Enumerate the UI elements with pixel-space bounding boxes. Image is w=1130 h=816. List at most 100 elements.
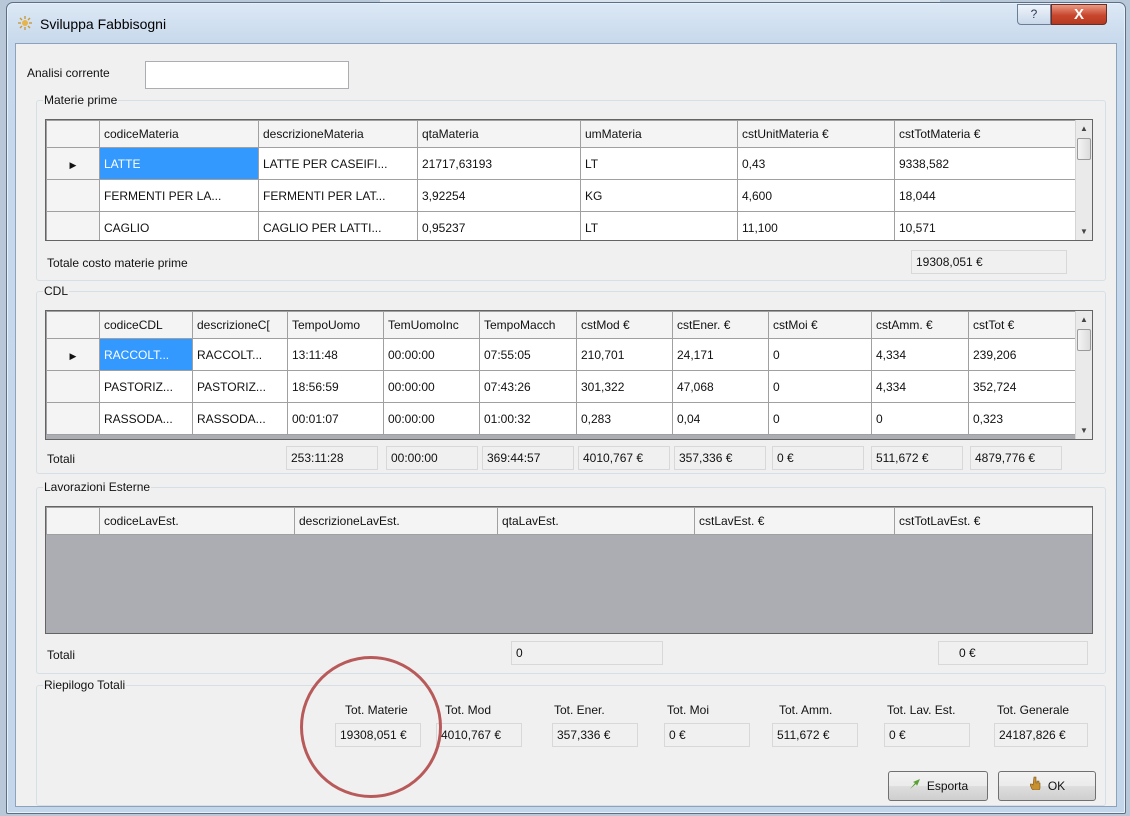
table-cell[interactable]: 352,724 — [968, 370, 1076, 403]
column-header[interactable]: cstAmm. € — [871, 311, 969, 339]
column-header[interactable]: descrizioneMateria — [258, 120, 418, 148]
help-button[interactable]: ? — [1017, 4, 1051, 25]
table-cell[interactable]: 210,701 — [576, 338, 673, 371]
table-cell[interactable]: LT — [580, 211, 738, 240]
scroll-up-icon[interactable]: ▲ — [1076, 311, 1092, 328]
table-cell[interactable]: 0,283 — [576, 402, 673, 435]
table-cell[interactable]: 0,04 — [672, 402, 769, 435]
column-header[interactable]: umMateria — [580, 120, 738, 148]
dialog-body: Analisi corrente Materie prime codiceMat… — [15, 43, 1117, 807]
table-cell[interactable]: KG — [580, 179, 738, 212]
table-cell[interactable]: 21717,63193 — [417, 147, 581, 180]
table-cell[interactable]: 0 — [871, 402, 969, 435]
table-cell[interactable]: RACCOLT... — [99, 338, 193, 371]
table-cell[interactable]: 4,600 — [737, 179, 895, 212]
row-header[interactable] — [46, 370, 100, 403]
table-cell[interactable]: 00:00:00 — [383, 402, 480, 435]
table-cell[interactable]: 00:01:07 — [287, 402, 384, 435]
table-cell[interactable]: 07:43:26 — [479, 370, 577, 403]
materie-scrollbar[interactable]: ▲ ▼ — [1075, 120, 1092, 240]
cdl-grid[interactable]: codiceCDL descrizioneC[ TempoUomo TemUom… — [45, 310, 1093, 440]
column-header[interactable]: codiceMateria — [99, 120, 259, 148]
table-cell[interactable]: RASSODA... — [99, 402, 193, 435]
table-cell[interactable]: 18:56:59 — [287, 370, 384, 403]
table-cell[interactable]: PASTORIZ... — [99, 370, 193, 403]
table-row[interactable]: PASTORIZ... PASTORIZ... 18:56:59 00:00:0… — [46, 370, 1076, 403]
column-header[interactable]: TempoUomo — [287, 311, 384, 339]
column-header[interactable]: TempoMacch — [479, 311, 577, 339]
scroll-down-icon[interactable]: ▼ — [1076, 223, 1092, 240]
table-cell[interactable]: LATTE — [99, 147, 259, 180]
close-button[interactable]: X — [1051, 4, 1107, 25]
table-cell[interactable]: 18,044 — [894, 179, 1076, 212]
table-row[interactable]: ▶ LATTE LATTE PER CASEIFI... 21717,63193… — [46, 147, 1076, 180]
scroll-thumb[interactable] — [1077, 138, 1091, 160]
table-cell[interactable]: 0,323 — [968, 402, 1076, 435]
table-cell[interactable]: 00:00:00 — [383, 338, 480, 371]
ok-button[interactable]: OK — [998, 771, 1096, 801]
column-header[interactable]: cstUnitMateria € — [737, 120, 895, 148]
table-cell[interactable]: LATTE PER CASEIFI... — [258, 147, 418, 180]
column-header[interactable]: qtaMateria — [417, 120, 581, 148]
table-cell[interactable]: 4,334 — [871, 338, 969, 371]
column-header[interactable]: cstMoi € — [768, 311, 872, 339]
scroll-down-icon[interactable]: ▼ — [1076, 422, 1092, 439]
column-header[interactable]: qtaLavEst. — [497, 507, 695, 535]
table-row[interactable]: ▶ RACCOLT... RACCOLT... 13:11:48 00:00:0… — [46, 338, 1076, 371]
table-cell[interactable]: FERMENTI PER LAT... — [258, 179, 418, 212]
table-cell[interactable]: 4,334 — [871, 370, 969, 403]
table-row[interactable]: CAGLIO CAGLIO PER LATTI... 0,95237 LT 11… — [46, 211, 1076, 240]
column-header[interactable]: descrizioneLavEst. — [294, 507, 498, 535]
table-cell[interactable]: 10,571 — [894, 211, 1076, 240]
column-header[interactable]: codiceLavEst. — [99, 507, 295, 535]
table-cell[interactable]: 0 — [768, 402, 872, 435]
table-cell[interactable]: 301,322 — [576, 370, 673, 403]
table-cell[interactable]: 3,92254 — [417, 179, 581, 212]
table-cell[interactable]: 0,95237 — [417, 211, 581, 240]
lavorazioni-grid[interactable]: codiceLavEst. descrizioneLavEst. qtaLavE… — [45, 506, 1093, 634]
tot-generale-value: 24187,826 € — [994, 723, 1088, 747]
column-header[interactable]: cstLavEst. € — [694, 507, 895, 535]
table-cell[interactable]: 13:11:48 — [287, 338, 384, 371]
table-cell[interactable]: 9338,582 — [894, 147, 1076, 180]
table-cell[interactable]: 11,100 — [737, 211, 895, 240]
table-cell[interactable]: 0,43 — [737, 147, 895, 180]
table-cell[interactable]: LT — [580, 147, 738, 180]
table-cell[interactable]: RASSODA... — [192, 402, 288, 435]
materie-grid[interactable]: codiceMateria descrizioneMateria qtaMate… — [45, 119, 1093, 241]
row-header[interactable] — [46, 179, 100, 212]
table-cell[interactable]: 07:55:05 — [479, 338, 577, 371]
table-cell[interactable]: 01:00:32 — [479, 402, 577, 435]
table-cell[interactable]: PASTORIZ... — [192, 370, 288, 403]
table-cell[interactable]: FERMENTI PER LA... — [99, 179, 259, 212]
table-cell[interactable]: 0 — [768, 370, 872, 403]
row-header[interactable] — [46, 211, 100, 240]
table-row[interactable]: RASSODA... RASSODA... 00:01:07 00:00:00 … — [46, 402, 1076, 435]
table-cell[interactable]: CAGLIO PER LATTI... — [258, 211, 418, 240]
table-cell[interactable]: 00:00:00 — [383, 370, 480, 403]
column-header[interactable]: TemUomoInc — [383, 311, 480, 339]
table-cell[interactable]: 239,206 — [968, 338, 1076, 371]
table-cell[interactable]: 47,068 — [672, 370, 769, 403]
column-header[interactable]: cstTotMateria € — [894, 120, 1076, 148]
cdl-total-tempo-uomo-inc: 00:00:00 — [386, 446, 478, 470]
column-header[interactable]: descrizioneC[ — [192, 311, 288, 339]
analisi-corrente-input[interactable] — [145, 61, 349, 89]
column-header[interactable]: cstTotLavEst. € — [894, 507, 1092, 535]
table-cell[interactable]: RACCOLT... — [192, 338, 288, 371]
column-header[interactable]: cstTot € — [968, 311, 1076, 339]
row-header[interactable] — [46, 402, 100, 435]
column-header[interactable]: cstMod € — [576, 311, 673, 339]
column-header[interactable]: cstEner. € — [672, 311, 769, 339]
scroll-up-icon[interactable]: ▲ — [1076, 120, 1092, 137]
cdl-scrollbar[interactable]: ▲ ▼ — [1075, 311, 1092, 439]
table-cell[interactable]: 24,171 — [672, 338, 769, 371]
table-cell[interactable]: CAGLIO — [99, 211, 259, 240]
column-header[interactable]: codiceCDL — [99, 311, 193, 339]
table-row[interactable]: FERMENTI PER LA... FERMENTI PER LAT... 3… — [46, 179, 1076, 212]
scroll-thumb[interactable] — [1077, 329, 1091, 351]
esporta-button[interactable]: Esporta — [888, 771, 988, 801]
title-bar[interactable]: Sviluppa Fabbisogni ? X — [7, 3, 1125, 43]
table-cell[interactable]: 0 — [768, 338, 872, 371]
app-icon — [18, 16, 32, 30]
